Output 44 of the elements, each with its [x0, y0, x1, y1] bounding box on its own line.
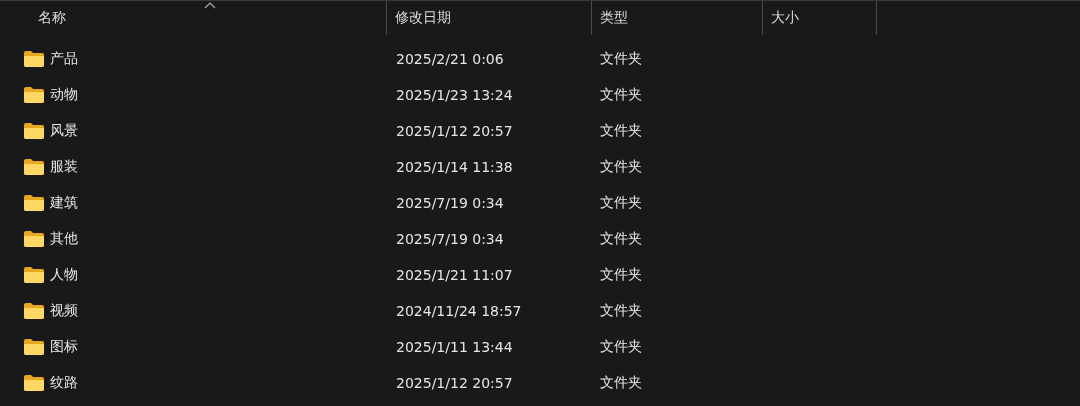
modified-date: 2025/1/11 13:44	[396, 339, 513, 355]
modified-date: 2025/1/21 11:07	[396, 267, 513, 283]
folder-name[interactable]: 服装	[50, 158, 78, 176]
folder-name[interactable]: 动物	[50, 86, 78, 104]
modified-date: 2025/1/14 11:38	[396, 159, 513, 175]
folder-icon	[24, 51, 44, 67]
folder-name[interactable]: 风景	[50, 122, 78, 140]
folder-name[interactable]: 视频	[50, 302, 78, 320]
folder-icon	[24, 303, 44, 319]
item-type: 文件夹	[600, 266, 642, 284]
modified-date: 2025/1/23 13:24	[396, 87, 513, 103]
column-header[interactable]: 修改日期	[395, 9, 451, 27]
folder-name[interactable]: 人物	[50, 266, 78, 284]
folder-icon	[24, 231, 44, 247]
modified-date: 2024/11/24 18:57	[396, 303, 522, 319]
folder-icon	[24, 339, 44, 355]
folder-icon	[24, 267, 44, 283]
item-type: 文件夹	[600, 158, 642, 176]
column-header[interactable]: 名称	[38, 9, 66, 27]
modified-date: 2025/1/12 20:57	[396, 123, 513, 139]
modified-date: 2025/7/19 0:34	[396, 231, 504, 247]
item-type: 文件夹	[600, 122, 642, 140]
item-type: 文件夹	[600, 50, 642, 68]
modified-date: 2025/7/19 0:34	[396, 195, 504, 211]
column-header[interactable]: 类型	[600, 9, 628, 27]
folder-name[interactable]: 产品	[50, 50, 78, 68]
item-type: 文件夹	[600, 230, 642, 248]
folder-name[interactable]: 纹路	[50, 374, 78, 392]
modified-date: 2025/2/21 0:06	[396, 51, 504, 67]
folder-icon	[24, 87, 44, 103]
folder-name[interactable]: 其他	[50, 230, 78, 248]
item-type: 文件夹	[600, 374, 642, 392]
item-type: 文件夹	[600, 194, 642, 212]
item-type: 文件夹	[600, 302, 642, 320]
folder-icon	[24, 123, 44, 139]
item-type: 文件夹	[600, 338, 642, 356]
folder-name[interactable]: 建筑	[50, 194, 78, 212]
folder-name[interactable]: 图标	[50, 338, 78, 356]
folder-icon	[24, 159, 44, 175]
folder-icon	[24, 195, 44, 211]
modified-date: 2025/1/12 20:57	[396, 375, 513, 391]
column-header[interactable]: 大小	[771, 9, 799, 27]
item-type: 文件夹	[600, 86, 642, 104]
folder-icon	[24, 375, 44, 391]
